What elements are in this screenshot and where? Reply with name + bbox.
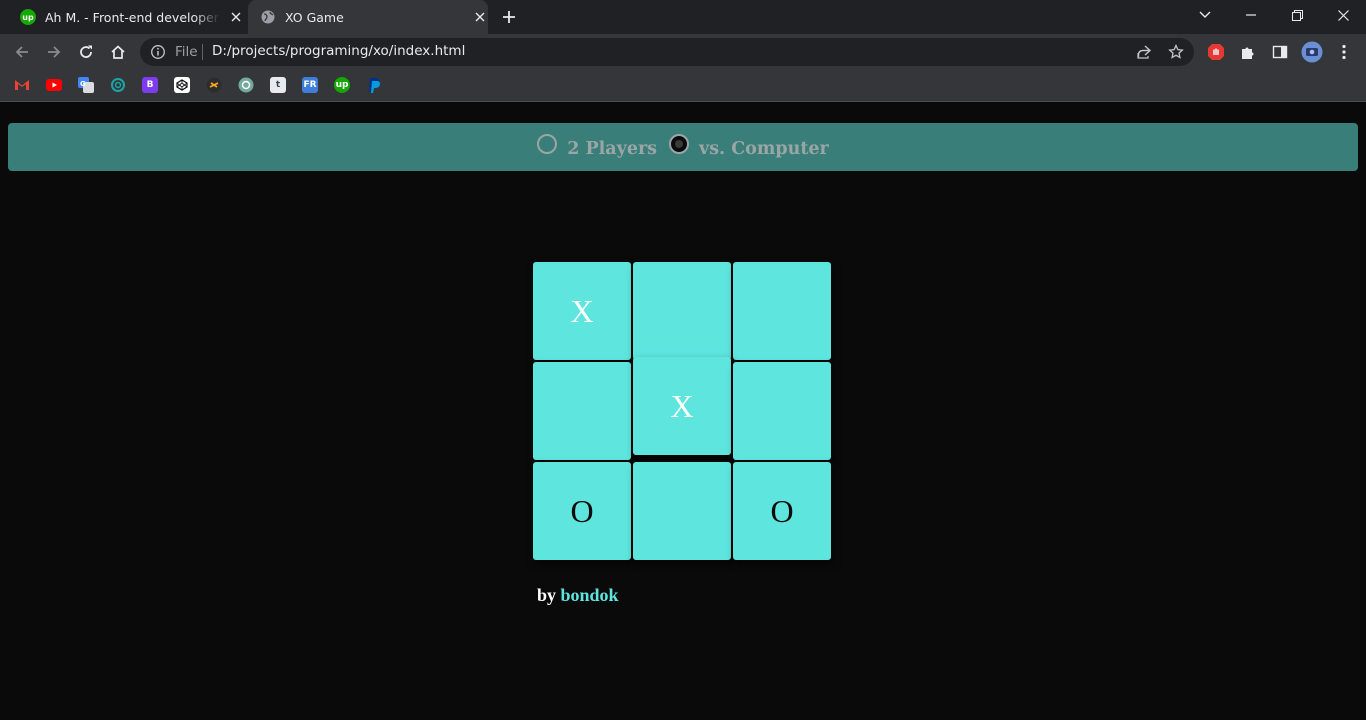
radio-2-players[interactable]: [537, 134, 558, 154]
board-cell[interactable]: [733, 262, 831, 360]
tab-xo-game[interactable]: XO Game: [248, 0, 488, 34]
sololearn-icon[interactable]: [206, 77, 222, 93]
board-cell[interactable]: O: [733, 462, 831, 560]
svg-text:G: G: [80, 80, 86, 88]
upwork-icon: up: [20, 9, 36, 25]
share-icon[interactable]: [1135, 43, 1153, 61]
mode-selector-bar: 2 Players vs. Computer: [8, 123, 1358, 171]
board-cell[interactable]: X: [533, 262, 631, 360]
profile-avatar[interactable]: [1301, 41, 1323, 63]
youtube-icon[interactable]: [46, 77, 62, 93]
frontend-mentor-icon[interactable]: FR: [302, 77, 318, 93]
mode-label: vs. Computer: [699, 139, 829, 159]
menu-kebab-icon[interactable]: [1334, 42, 1354, 62]
board-cell[interactable]: O: [533, 462, 631, 560]
tab-strip: up Ah M. - Front-end developer | log XO …: [0, 0, 1366, 34]
extensions-puzzle-icon[interactable]: [1238, 42, 1258, 62]
address-divider: [202, 44, 203, 60]
mode-label: 2 Players: [567, 139, 658, 159]
close-tab-icon[interactable]: [228, 9, 244, 25]
address-bar[interactable]: File D:/projects/programing/xo/index.htm…: [140, 38, 1194, 66]
board-cell[interactable]: X: [633, 357, 731, 455]
chatgpt-icon[interactable]: [238, 77, 254, 93]
author-name: bondok: [560, 585, 619, 605]
board-cell[interactable]: [533, 362, 631, 460]
radio-vs-computer[interactable]: [669, 134, 690, 154]
upwork-icon[interactable]: up: [334, 77, 350, 93]
home-button[interactable]: [106, 40, 130, 64]
restore-button[interactable]: [1274, 0, 1320, 30]
new-tab-button[interactable]: [498, 6, 520, 28]
side-panel-icon[interactable]: [1270, 42, 1290, 62]
tab-upwork[interactable]: up Ah M. - Front-end developer | log: [12, 0, 244, 34]
forward-button[interactable]: [42, 40, 66, 64]
game-board: X X O O: [533, 262, 833, 562]
credit-line: by bondok: [537, 585, 619, 606]
board-cell[interactable]: [633, 262, 731, 360]
back-button[interactable]: [10, 40, 34, 64]
gmail-icon[interactable]: [14, 77, 30, 93]
close-window-button[interactable]: [1320, 0, 1366, 30]
tumblr-icon[interactable]: t: [270, 77, 286, 93]
browser-toolbar: File D:/projects/programing/xo/index.htm…: [0, 34, 1366, 70]
tab-search-chevron-icon[interactable]: [1182, 0, 1228, 30]
url-text[interactable]: D:/projects/programing/xo/index.html: [212, 43, 465, 59]
bootstrap-icon[interactable]: B: [142, 77, 158, 93]
paypal-icon[interactable]: [366, 77, 382, 93]
adblock-extension-icon[interactable]: [1206, 42, 1226, 62]
credit-prefix: by: [537, 585, 557, 605]
close-tab-icon[interactable]: [472, 9, 488, 25]
tab-title: XO Game: [285, 9, 344, 25]
minimize-button[interactable]: [1228, 0, 1274, 30]
board-cell[interactable]: [633, 462, 731, 560]
bookmark-star-icon[interactable]: [1167, 43, 1185, 61]
board-cell[interactable]: [733, 362, 831, 460]
globe-icon: [260, 9, 276, 25]
bookmarks-bar: G B t FR up: [0, 70, 1366, 102]
translate-icon[interactable]: G: [78, 77, 94, 93]
mode-option-vs-computer[interactable]: vs. Computer: [669, 134, 829, 159]
info-icon[interactable]: [150, 44, 166, 60]
mode-option-2-players[interactable]: 2 Players: [537, 134, 658, 159]
reload-button[interactable]: [74, 40, 98, 64]
tab-title: Ah M. - Front-end developer | log: [45, 9, 220, 25]
codepen-icon[interactable]: [174, 77, 190, 93]
scheme-label: File: [175, 44, 198, 60]
openai-swirl-icon[interactable]: [110, 77, 126, 93]
